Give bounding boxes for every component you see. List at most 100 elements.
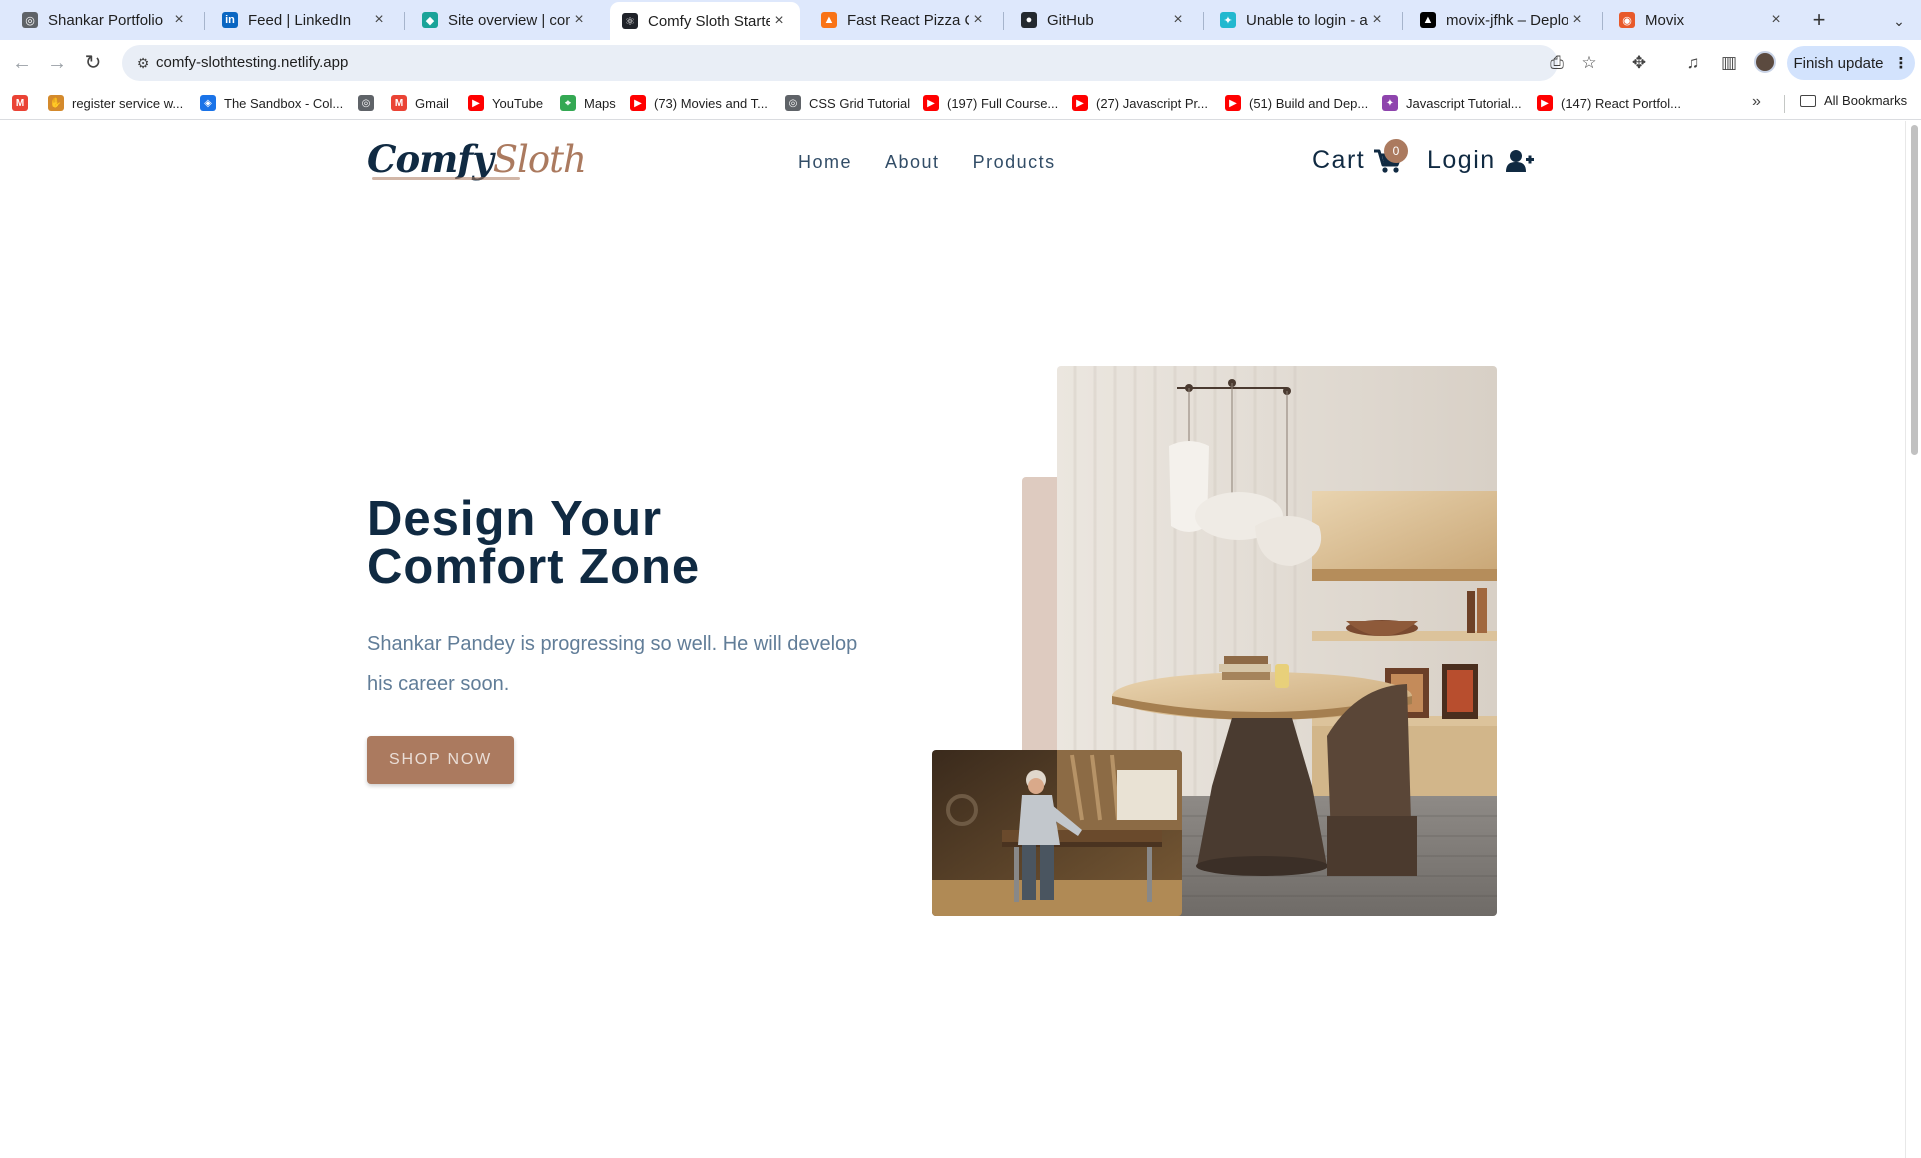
bookmark-item[interactable]: ▶ (51) Build and Dep... xyxy=(1225,93,1368,113)
browser-tab[interactable]: in Feed | LinkedIn × xyxy=(210,4,400,36)
bookmark-item[interactable]: ▶ (197) Full Course... xyxy=(923,93,1058,113)
site-logo[interactable]: ComfySloth xyxy=(367,137,587,181)
side-panel-icon[interactable]: ▥ xyxy=(1716,50,1742,76)
page-scrollbar[interactable] xyxy=(1905,121,1921,1158)
bookmarks-bar: M ✋ register service w... ◈ The Sandbox - Co… xyxy=(0,86,1921,120)
tab-divider xyxy=(1003,12,1004,30)
close-tab-icon[interactable]: × xyxy=(1169,11,1187,29)
address-bar[interactable]: ⚙ comfy-slothtesting.netlify.app ⎙ ☆ xyxy=(122,45,1597,81)
all-bookmarks-label: All Bookmarks xyxy=(1824,93,1908,108)
hero-description: Shankar Pandey is progressing so well. H… xyxy=(367,633,858,695)
bookmark-label: YouTube xyxy=(492,95,544,111)
tab-title: Feed | LinkedIn xyxy=(248,11,352,29)
bookmark-label: (51) Build and Dep... xyxy=(1249,95,1369,111)
media-controls-icon[interactable]: ♫ xyxy=(1680,50,1706,76)
nav-link-home[interactable]: Home xyxy=(798,152,852,173)
url-text[interactable]: comfy-slothtesting.netlify.app xyxy=(156,54,348,71)
close-tab-icon[interactable]: × xyxy=(1568,11,1586,29)
maps-icon: ⌖ xyxy=(560,95,576,111)
bookmark-item[interactable]: M Gmail xyxy=(391,93,449,113)
browser-tab[interactable]: ◉ Movix × xyxy=(1607,4,1797,36)
bookmark-item[interactable]: ◎ xyxy=(358,93,382,113)
tab-search-icon[interactable]: ⌄ xyxy=(1886,8,1912,34)
close-tab-icon[interactable]: × xyxy=(969,11,987,29)
bookmark-item[interactable]: ✋ register service w... xyxy=(48,93,183,113)
youtube-icon: ▶ xyxy=(1537,95,1553,111)
browser-tab[interactable]: ◎ Shankar Portfolio × xyxy=(10,4,200,36)
cart-count-badge: 0 xyxy=(1384,139,1408,163)
close-tab-icon[interactable]: × xyxy=(170,11,188,29)
close-tab-icon[interactable]: × xyxy=(770,12,788,30)
bookmark-label: CSS Grid Tutorial xyxy=(809,95,911,111)
user-plus-icon xyxy=(1505,149,1534,172)
bookmark-item[interactable]: ▶ YouTube xyxy=(468,93,543,113)
bookmark-item[interactable]: ▶ (27) Javascript Pr... xyxy=(1072,93,1208,113)
more-bookmarks-icon[interactable]: » xyxy=(1752,93,1761,111)
globe-icon: ◎ xyxy=(785,95,801,111)
login-button[interactable]: Login xyxy=(1427,146,1534,175)
tab-title: movix-jfhk – Deployme xyxy=(1446,11,1568,29)
finish-update-label: Finish update xyxy=(1793,54,1884,72)
tab-title: Site overview | comfy- xyxy=(448,11,570,29)
bookmark-item[interactable]: M xyxy=(12,93,36,113)
nav-link-products[interactable]: Products xyxy=(973,152,1056,173)
browser-tab[interactable]: ✦ Unable to login - authe× xyxy=(1208,4,1398,36)
nav-link-about[interactable]: About xyxy=(885,152,940,173)
shop-now-button[interactable]: SHOP NOW xyxy=(367,736,514,784)
browser-toolbar: ← → ↻ ⚙ comfy-slothtesting.netlify.app ⎙… xyxy=(0,40,1921,86)
bookmark-label: Maps xyxy=(584,95,616,111)
browser-tab[interactable]: ⚛ Comfy Sloth Starter × xyxy=(610,2,800,40)
tab-divider xyxy=(404,12,405,30)
all-bookmarks-button[interactable]: All Bookmarks xyxy=(1800,93,1907,108)
hero-title-line-1: Design Your xyxy=(367,492,663,546)
new-tab-button[interactable]: + xyxy=(1805,6,1833,34)
bookmark-item[interactable]: ◎ CSS Grid Tutorial xyxy=(785,93,910,113)
youtube-icon: ▶ xyxy=(923,95,939,111)
more-menu-icon[interactable]: ⋮ xyxy=(1894,54,1909,72)
page-content: ComfySloth Home About Products Cart 0 Lo… xyxy=(0,121,1905,1158)
extensions-icon[interactable]: ✥ xyxy=(1626,50,1652,76)
reload-icon[interactable]: ↻ xyxy=(78,48,108,78)
bookmark-item[interactable]: ⌖ Maps xyxy=(560,93,616,113)
bookmark-item[interactable]: ▶ (73) Movies and T... xyxy=(630,93,768,113)
browser-tab[interactable]: ▲ Fast React Pizza Co.× xyxy=(809,4,999,36)
bookmark-item[interactable]: ✦ Javascript Tutorial... xyxy=(1382,93,1522,113)
bookmark-item[interactable]: ▶ (147) React Portfol... xyxy=(1537,93,1681,113)
hand-icon: ✋ xyxy=(48,95,64,111)
cart-label: Cart xyxy=(1312,146,1366,174)
tab-divider xyxy=(1602,12,1603,30)
browser-tab[interactable]: ◆ Site overview | comfy-× xyxy=(410,4,600,36)
globe-icon: ◎ xyxy=(22,12,38,28)
bookmark-star-icon[interactable]: ☆ xyxy=(1578,52,1600,74)
profile-avatar[interactable] xyxy=(1754,51,1776,73)
close-tab-icon[interactable]: × xyxy=(370,11,388,29)
github-icon: ● xyxy=(1021,12,1037,28)
close-tab-icon[interactable]: × xyxy=(570,11,588,29)
close-tab-icon[interactable]: × xyxy=(1368,11,1386,29)
logo-part-1: Comfy xyxy=(367,137,494,181)
tab-title: Comfy Sloth Starter xyxy=(648,12,770,30)
youtube-icon: ▶ xyxy=(630,95,646,111)
browser-tab[interactable]: ▲ movix-jfhk – Deployme× xyxy=(1408,4,1598,36)
install-app-icon[interactable]: ⎙ xyxy=(1546,52,1568,74)
gmail-icon: M xyxy=(12,95,28,111)
scrollbar-thumb[interactable] xyxy=(1911,125,1918,455)
globe-icon: ◎ xyxy=(358,95,374,111)
pizza-icon: ▲ xyxy=(821,12,837,28)
tab-title: Shankar Portfolio xyxy=(48,11,164,29)
bookmark-label: The Sandbox - Col... xyxy=(224,95,344,111)
bookmarks-divider xyxy=(1784,95,1785,113)
forward-icon[interactable]: → xyxy=(42,48,72,78)
react-icon: ⚛ xyxy=(622,13,638,29)
bookmark-label: (27) Javascript Pr... xyxy=(1096,95,1208,111)
sandbox-icon: ◈ xyxy=(200,95,216,111)
back-icon[interactable]: ← xyxy=(7,48,37,78)
site-info-icon[interactable]: ⚙ xyxy=(134,54,152,72)
tab-divider xyxy=(1203,12,1204,30)
bookmark-item[interactable]: ◈ The Sandbox - Col... xyxy=(200,93,343,113)
tab-title: Movix xyxy=(1645,11,1685,29)
finish-update-button[interactable]: Finish update ⋮ xyxy=(1787,46,1915,80)
browser-tab[interactable]: ● GitHub × xyxy=(1009,4,1199,36)
close-tab-icon[interactable]: × xyxy=(1767,11,1785,29)
bookmark-label: Javascript Tutorial... xyxy=(1406,95,1522,111)
